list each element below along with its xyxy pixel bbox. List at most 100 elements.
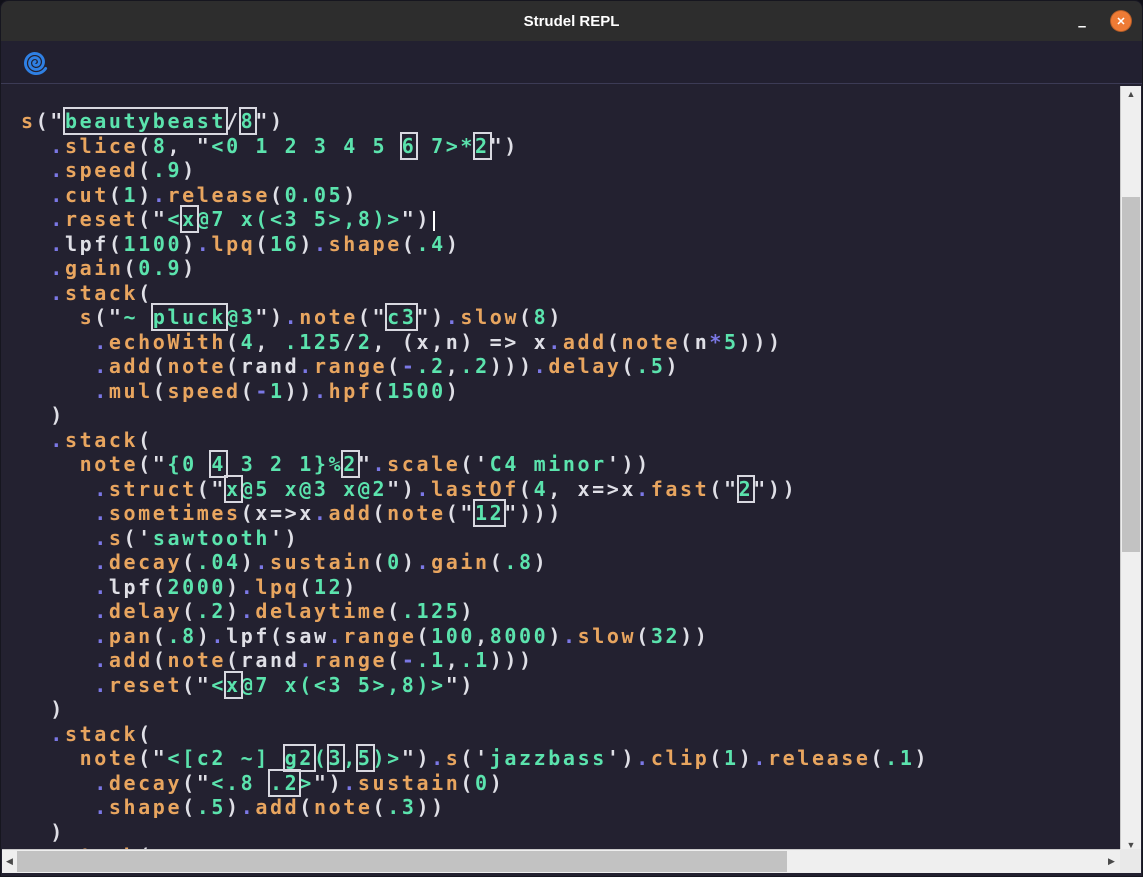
- code-token: (: [490, 550, 505, 574]
- code-token: .: [285, 305, 300, 329]
- code-token: range: [314, 354, 387, 378]
- code-token: ): [548, 624, 563, 648]
- code-line[interactable]: .lpf(1100).lpq(16).shape(.4): [21, 232, 1120, 257]
- code-line[interactable]: .speed(.9): [21, 158, 1120, 183]
- code-token: sustain: [358, 771, 461, 795]
- code-line[interactable]: .stack(: [21, 281, 1120, 306]
- code-line[interactable]: ): [21, 820, 1120, 845]
- code-line[interactable]: .stack(: [21, 428, 1120, 453]
- code-line[interactable]: .reset("<x@7 x(<3 5>,8)>"): [21, 207, 1120, 232]
- code-token: [21, 575, 94, 599]
- code-token: note: [167, 354, 226, 378]
- code-line[interactable]: .mul(speed(-1)).hpf(1500): [21, 379, 1120, 404]
- code-token: shape: [109, 795, 182, 819]
- code-token: (': [460, 746, 489, 770]
- code-editor[interactable]: s("beautybeast/8") .slice(8, "<0 1 2 3 4…: [1, 85, 1142, 876]
- strudel-spiral-logo-icon[interactable]: [22, 49, 49, 76]
- code-token: ): [21, 820, 65, 844]
- code-lines[interactable]: s("beautybeast/8") .slice(8, "<0 1 2 3 4…: [1, 85, 1120, 876]
- code-token: echoWith: [109, 330, 226, 354]
- code-token: delay: [109, 599, 182, 623]
- code-token: stack: [65, 722, 138, 746]
- code-token: [21, 207, 50, 231]
- code-line[interactable]: note("<[c2 ~] g2(3,5)>").s('jazzbass').c…: [21, 746, 1120, 771]
- scroll-left-arrow-icon[interactable]: ◀: [2, 850, 17, 873]
- close-button[interactable]: ✕: [1110, 10, 1132, 32]
- code-token: .: [94, 501, 109, 525]
- code-token: 100: [431, 624, 475, 648]
- code-line[interactable]: .stack(: [21, 722, 1120, 747]
- code-line[interactable]: .reset("<x@7 x(<3 5>,8)>"): [21, 673, 1120, 698]
- code-token: (": [446, 501, 475, 525]
- code-token: .1: [460, 648, 489, 672]
- code-token: ): [665, 354, 680, 378]
- code-token: )): [680, 624, 709, 648]
- code-token: ": [358, 452, 373, 476]
- code-token: ): [182, 232, 197, 256]
- scrollbar-corner: [1120, 849, 1141, 873]
- active-event-highlight: 2: [475, 134, 490, 158]
- code-token: .9: [153, 158, 182, 182]
- code-line[interactable]: ): [21, 697, 1120, 722]
- vertical-scrollbar-thumb[interactable]: [1122, 197, 1140, 552]
- code-token: C4 minor: [490, 452, 607, 476]
- code-token: .: [197, 232, 212, 256]
- code-token: .8: [504, 550, 533, 574]
- minimize-button[interactable]: –: [1070, 5, 1094, 35]
- code-line[interactable]: s("beautybeast/8"): [21, 109, 1120, 134]
- code-line[interactable]: .delay(.2).delaytime(.125): [21, 599, 1120, 624]
- code-token: gain: [431, 550, 490, 574]
- code-token: (: [255, 232, 270, 256]
- code-line[interactable]: .s('sawtooth'): [21, 526, 1120, 551]
- code-line[interactable]: .slice(8, "<0 1 2 3 4 5 6 7>*2"): [21, 134, 1120, 159]
- code-token: cut: [65, 183, 109, 207]
- code-token: stack: [65, 428, 138, 452]
- code-token: 32: [651, 624, 680, 648]
- code-token: slow: [578, 624, 637, 648]
- code-line[interactable]: s("~ pluck@3").note("c3").slow(8): [21, 305, 1120, 330]
- horizontal-scrollbar-thumb[interactable]: [17, 851, 787, 872]
- code-token: [21, 354, 94, 378]
- code-token: (": [358, 305, 387, 329]
- code-token: 4: [534, 477, 549, 501]
- code-token: ): [197, 624, 212, 648]
- code-line[interactable]: ): [21, 403, 1120, 428]
- code-token: "): [446, 673, 475, 697]
- code-line[interactable]: .struct("x@5 x@3 x@2").lastOf(4, x=>x.fa…: [21, 477, 1120, 502]
- active-event-highlight: 4: [211, 452, 226, 476]
- code-line[interactable]: .decay("<.8 .2>").sustain(0): [21, 771, 1120, 796]
- code-line[interactable]: .echoWith(4, .125/2, (x,n) => x.add(note…: [21, 330, 1120, 355]
- code-line[interactable]: .cut(1).release(0.05): [21, 183, 1120, 208]
- code-line[interactable]: .gain(0.9): [21, 256, 1120, 281]
- code-token: 1: [270, 379, 285, 403]
- code-line[interactable]: .sometimes(x=>x.add(note("12"))): [21, 501, 1120, 526]
- code-token: (: [372, 501, 387, 525]
- code-token: (: [373, 795, 388, 819]
- code-line[interactable]: note("{0 4 3 2 1}%2".scale('C4 minor')): [21, 452, 1120, 477]
- code-token: clip: [651, 746, 710, 770]
- code-token: .: [50, 134, 65, 158]
- code-token: (x=>x: [241, 501, 314, 525]
- code-line[interactable]: .add(note(rand.range(-.2,.2))).delay(.5): [21, 354, 1120, 379]
- code-token: sawtooth: [153, 526, 270, 550]
- active-event-highlight: g2: [285, 746, 314, 770]
- horizontal-scrollbar[interactable]: ◀ ▶: [2, 849, 1121, 873]
- vertical-scrollbar[interactable]: ▲ ▼: [1120, 86, 1141, 853]
- titlebar[interactable]: Strudel REPL – ✕: [1, 1, 1142, 41]
- active-event-highlight: 12: [475, 501, 504, 525]
- code-token: reset: [109, 673, 182, 697]
- code-token: .: [548, 330, 563, 354]
- code-line[interactable]: .add(note(rand.range(-.1,.1))): [21, 648, 1120, 673]
- code-token: (: [709, 746, 724, 770]
- code-token: (: [387, 648, 402, 672]
- code-token: 1100: [124, 232, 183, 256]
- code-line[interactable]: .decay(.04).sustain(0).gain(.8): [21, 550, 1120, 575]
- code-token: add: [255, 795, 299, 819]
- code-token: (: [138, 281, 153, 305]
- scroll-right-arrow-icon[interactable]: ▶: [1104, 850, 1119, 873]
- scroll-up-arrow-icon[interactable]: ▲: [1121, 86, 1141, 102]
- code-token: .: [50, 256, 65, 280]
- code-line[interactable]: .pan(.8).lpf(saw.range(100,8000).slow(32…: [21, 624, 1120, 649]
- code-line[interactable]: .lpf(2000).lpq(12): [21, 575, 1120, 600]
- code-line[interactable]: .shape(.5).add(note(.3)): [21, 795, 1120, 820]
